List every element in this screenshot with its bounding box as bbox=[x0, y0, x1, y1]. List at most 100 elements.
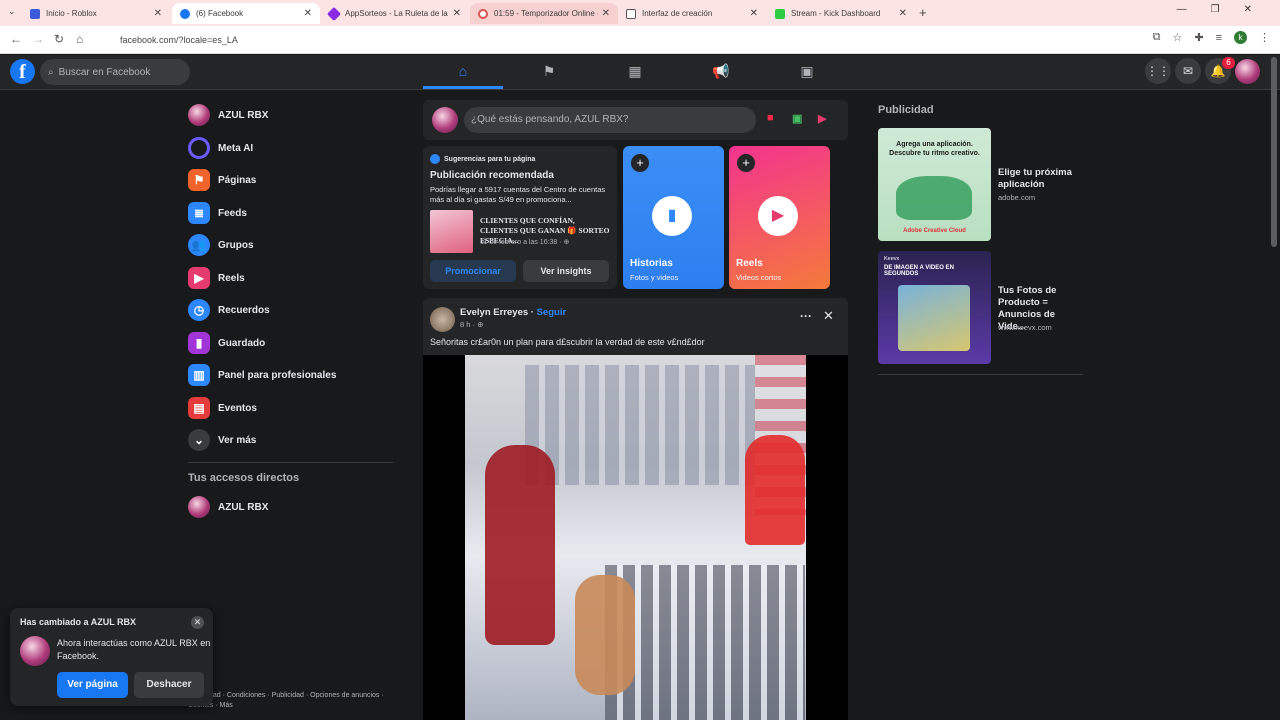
new-tab-button[interactable]: + bbox=[919, 5, 927, 20]
tab-temporizador[interactable]: 01:59 - Temporizador Online - I ✕ bbox=[470, 3, 618, 24]
install-app-icon[interactable]: ⧉ bbox=[1153, 31, 1161, 44]
sidebar-item-pages[interactable]: ⚑ Páginas bbox=[188, 169, 256, 191]
reload-icon[interactable]: ↻ bbox=[54, 32, 64, 46]
maximize-icon[interactable]: ❐ bbox=[1211, 4, 1220, 15]
reels-card[interactable]: + ▶ Reels Videos cortos bbox=[729, 146, 830, 289]
sidebar-item-feeds[interactable]: ≣ Feeds bbox=[188, 202, 247, 224]
ad-domain-keevx: www.keevx.com bbox=[998, 323, 1052, 332]
profile-avatar[interactable]: k bbox=[1234, 31, 1247, 44]
pages-nav-icon[interactable]: ⚑ bbox=[529, 63, 569, 80]
extensions-icon[interactable]: ✚ bbox=[1194, 31, 1203, 44]
address-bar[interactable]: facebook.com/?locale=es_LA bbox=[110, 30, 1170, 50]
lightbulb-icon bbox=[430, 154, 440, 164]
close-tab-icon[interactable]: ✕ bbox=[304, 8, 312, 19]
add-reel-icon[interactable]: + bbox=[737, 154, 755, 172]
feeds-icon: ≣ bbox=[188, 202, 210, 224]
chart-icon: ▥ bbox=[188, 364, 210, 386]
tab-search-icon[interactable]: ⌄ bbox=[8, 6, 16, 17]
post-composer: ¿Qué estás pensando, AZUL RBX? ■ ▣ ▶ bbox=[423, 100, 848, 140]
suggestion-title: Publicación recomendada bbox=[430, 170, 554, 181]
home-icon[interactable]: ⌂ bbox=[76, 32, 83, 46]
cyclist-illustration bbox=[896, 176, 972, 220]
suggestion-header: Sugerencias para tu página bbox=[444, 155, 536, 163]
ad-image-adobe[interactable]: Agrega una aplicación. Descubre tu ritmo… bbox=[878, 128, 991, 241]
forward-icon[interactable]: → bbox=[32, 32, 44, 46]
sidebar-item-memories[interactable]: ◷ Recuerdos bbox=[188, 299, 270, 321]
view-page-button[interactable]: Ver página bbox=[57, 672, 128, 698]
account-avatar[interactable] bbox=[1235, 59, 1260, 84]
close-tab-icon[interactable]: ✕ bbox=[602, 8, 610, 19]
flag-icon: ⚑ bbox=[188, 169, 210, 191]
sidebar-item-events[interactable]: ▤ Eventos bbox=[188, 397, 257, 419]
ad-domain-adobe: adobe.com bbox=[998, 193, 1036, 202]
calendar-icon: ▤ bbox=[188, 397, 210, 419]
person-vendor bbox=[745, 435, 805, 545]
footer-links[interactable]: Privacidad · Condiciones · Publicidad · … bbox=[188, 691, 388, 711]
creation-favicon-icon bbox=[626, 8, 636, 19]
close-icon[interactable]: ✕ bbox=[823, 308, 834, 324]
sidebar-item-professional-dashboard[interactable]: ▥ Panel para profesionales bbox=[188, 364, 336, 386]
close-tab-icon[interactable]: ✕ bbox=[899, 8, 907, 19]
tab-appsorteos[interactable]: AppSorteos - La Ruleta de la Su ✕ bbox=[321, 3, 469, 24]
right-column-divider bbox=[878, 374, 1083, 375]
sidebar-item-saved[interactable]: ▮ Guardado bbox=[188, 332, 265, 354]
feed-post: Evelyn Erreyes · Seguir 8 h · ⊕ ··· ✕ Se… bbox=[423, 298, 848, 720]
close-tab-icon[interactable]: ✕ bbox=[453, 8, 461, 19]
post-video[interactable] bbox=[423, 355, 848, 720]
post-author-name[interactable]: Evelyn Erreyes bbox=[460, 307, 528, 318]
stories-card[interactable]: + ▮ Historias Fotos y videos bbox=[623, 146, 724, 289]
whats-on-your-mind-input[interactable]: ¿Qué estás pensando, AZUL RBX? bbox=[464, 107, 756, 133]
sidebar-item-groups[interactable]: 👥 Grupos bbox=[188, 234, 254, 256]
search-input[interactable]: ⌕ Buscar en Facebook bbox=[40, 59, 190, 85]
shortcuts-heading: Tus accesos directos bbox=[188, 472, 300, 484]
sidebar-divider bbox=[188, 462, 393, 463]
more-options-icon[interactable]: ··· bbox=[800, 309, 812, 323]
reels-icon: ▶ bbox=[188, 267, 210, 289]
photo-icon[interactable]: ▣ bbox=[792, 112, 802, 125]
home-nav-icon[interactable]: ⌂ bbox=[443, 63, 483, 79]
page-scrollbar[interactable] bbox=[1271, 57, 1277, 247]
avatar[interactable] bbox=[430, 307, 455, 332]
roblox-favicon-icon bbox=[30, 8, 40, 19]
follow-link[interactable]: Seguir bbox=[537, 307, 567, 318]
media-icon[interactable]: ≡ bbox=[1216, 32, 1222, 44]
sidebar-item-reels[interactable]: ▶ Reels bbox=[188, 267, 245, 289]
facebook-logo[interactable]: f bbox=[10, 59, 35, 84]
page-suggestion-card: Sugerencias para tu página Publicación r… bbox=[423, 146, 617, 289]
close-icon[interactable]: ✕ bbox=[191, 616, 204, 629]
ads-nav-icon[interactable]: 📢 bbox=[701, 63, 741, 80]
post-timestamp[interactable]: 8 h · bbox=[460, 320, 477, 329]
reel-icon[interactable]: ▶ bbox=[818, 112, 826, 125]
tab-interfaz[interactable]: Interfaz de creación ✕ bbox=[618, 3, 766, 24]
video-nav-icon[interactable]: ▣ bbox=[787, 63, 827, 80]
minimize-icon[interactable]: — bbox=[1177, 4, 1187, 15]
dashboard-nav-icon[interactable]: ▦ bbox=[615, 63, 655, 80]
browser-menu-icon[interactable]: ⋮ bbox=[1259, 31, 1270, 44]
sidebar-item-see-more[interactable]: ⌄ Ver más bbox=[188, 429, 256, 451]
messenger-icon[interactable]: ✉ bbox=[1175, 58, 1201, 84]
browser-tab-strip: ⌄ Inicio - Roblox ✕ (6) Facebook ✕ AppSort… bbox=[0, 0, 1280, 26]
sidebar-item-profile[interactable]: AZUL RBX bbox=[188, 104, 268, 126]
post-thumbnail[interactable] bbox=[430, 210, 473, 253]
ad-title-adobe[interactable]: Elige tu próxima aplicación bbox=[998, 167, 1078, 191]
view-insights-button[interactable]: Ver insights bbox=[523, 260, 609, 282]
add-story-icon[interactable]: + bbox=[631, 154, 649, 172]
bookmark-star-icon[interactable]: ☆ bbox=[1172, 31, 1182, 44]
ad-image-keevx[interactable]: Keevx DE IMAGEN A VIDEO EN SEGUNDOS bbox=[878, 251, 991, 364]
tab-facebook[interactable]: (6) Facebook ✕ bbox=[172, 3, 320, 24]
menu-grid-icon[interactable]: ⋮⋮ bbox=[1145, 58, 1171, 84]
promote-button[interactable]: Promocionar bbox=[430, 260, 516, 282]
avatar bbox=[188, 104, 210, 126]
back-icon[interactable]: ← bbox=[10, 32, 22, 46]
close-tab-icon[interactable]: ✕ bbox=[750, 8, 758, 19]
stories-book-icon: ▮ bbox=[652, 196, 692, 236]
undo-button[interactable]: Deshacer bbox=[134, 672, 204, 698]
tab-kick[interactable]: Stream - Kick Dashboard ✕ bbox=[767, 3, 915, 24]
tab-roblox[interactable]: Inicio - Roblox ✕ bbox=[22, 3, 170, 24]
close-tab-icon[interactable]: ✕ bbox=[154, 8, 162, 19]
globe-icon: ⊕ bbox=[477, 320, 484, 329]
shortcut-item[interactable]: AZUL RBX bbox=[188, 496, 268, 518]
live-video-icon[interactable]: ■ bbox=[767, 112, 774, 124]
sidebar-item-meta-ai[interactable]: Meta AI bbox=[188, 137, 253, 159]
close-window-icon[interactable]: ✕ bbox=[1244, 4, 1252, 15]
